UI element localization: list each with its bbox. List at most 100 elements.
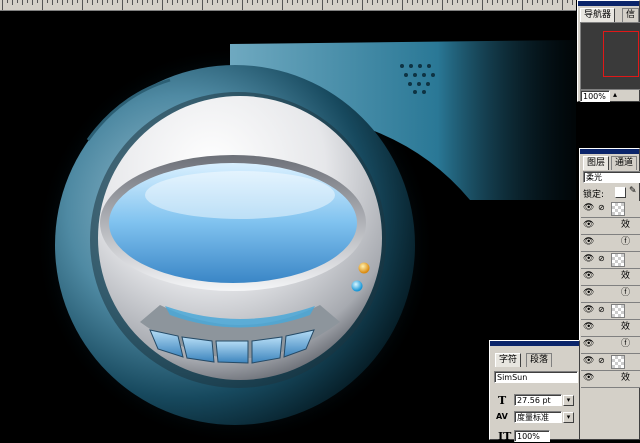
ruler-tick (52, 0, 53, 5)
link-icon[interactable]: ⊘ (598, 203, 608, 213)
visibility-eye-icon[interactable]: 👁 (583, 220, 595, 230)
ruler-tick (152, 0, 153, 5)
layer-row[interactable]: 👁 ⊘ (581, 201, 640, 218)
ruler-tick (382, 0, 383, 5)
ruler-tick (522, 0, 523, 10)
ruler-tick (392, 0, 393, 5)
ruler-tick (422, 0, 423, 5)
layer-row[interactable]: 👁 ⓕ (581, 286, 640, 303)
visibility-eye-icon[interactable]: 👁 (583, 339, 595, 349)
tab-info[interactable]: 信 (622, 8, 640, 22)
ruler-tick (367, 0, 368, 3)
ruler-tick (27, 0, 28, 3)
link-icon[interactable]: ⊘ (598, 254, 608, 264)
link-icon[interactable]: ⊘ (598, 305, 608, 315)
navigator-view-box[interactable] (603, 31, 639, 77)
font-family-field[interactable]: SimSun (494, 371, 578, 383)
kerning-dropdown[interactable]: ▾ (563, 412, 574, 423)
layer-row[interactable]: 👁 效 (581, 371, 640, 388)
layer-thumbnail[interactable] (611, 304, 625, 318)
navigator-zoom-field[interactable]: 100% (580, 90, 610, 102)
link-icon[interactable]: ⊘ (598, 356, 608, 366)
blend-mode-select[interactable]: 柔光 (583, 171, 640, 183)
layer-row[interactable]: 👁 ⓕ (581, 235, 640, 252)
effect-icon[interactable]: ⓕ (621, 286, 630, 300)
vertical-scale-field[interactable]: 100% (514, 430, 550, 442)
navigator-titlebar[interactable] (578, 1, 639, 6)
layer-row[interactable]: 👁 效 (581, 269, 640, 286)
lock-transparency-checkbox[interactable] (615, 187, 626, 198)
ruler-tick (557, 0, 558, 3)
ruler-tick (252, 0, 253, 5)
ruler-tick (62, 0, 63, 5)
navigator-panel: 导航器 信 100% ▴ (577, 0, 640, 102)
visibility-eye-icon[interactable]: 👁 (583, 305, 595, 315)
zoom-out-icon[interactable]: ▴ (613, 91, 621, 99)
layer-row[interactable]: 👁 ⊘ (581, 303, 640, 320)
effect-icon[interactable]: ⓕ (621, 337, 630, 351)
layers-list[interactable]: 👁 ⊘ 👁 效 👁 ⓕ 👁 ⊘ 👁 效 👁 ⓕ 👁 ⊘ 👁 效 👁 ⓕ 👁 ⊘ 👁 效 (580, 201, 640, 439)
tab-navigator[interactable]: 导航器 (580, 8, 616, 22)
ruler-tick (127, 0, 128, 3)
ruler-tick (547, 0, 548, 3)
effects-label[interactable]: 效 (621, 320, 630, 334)
font-size-dropdown[interactable]: ▾ (563, 395, 574, 406)
kerning-select[interactable]: 度量标准 (514, 411, 562, 423)
ruler-tick (427, 0, 428, 3)
ruler-tick (352, 0, 353, 5)
ruler-tick (167, 0, 168, 3)
visibility-eye-icon[interactable]: 👁 (583, 254, 595, 264)
layer-thumbnail[interactable] (611, 355, 625, 369)
layer-thumbnail[interactable] (611, 253, 625, 267)
tab-paragraph[interactable]: 段落 (526, 353, 553, 367)
layers-titlebar[interactable] (580, 149, 639, 154)
ruler-tick (312, 0, 313, 5)
ruler-tick (247, 0, 248, 3)
effects-label[interactable]: 效 (621, 371, 630, 385)
ruler-tick (227, 0, 228, 3)
effects-label[interactable]: 效 (621, 218, 630, 232)
ruler-tick (572, 0, 573, 5)
ruler-tick (287, 0, 288, 3)
character-titlebar[interactable] (490, 341, 579, 346)
ruler-tick (347, 0, 348, 3)
effects-label[interactable]: 效 (621, 269, 630, 283)
layer-row[interactable]: 👁 ⓕ (581, 337, 640, 354)
ruler-tick (82, 0, 83, 10)
kerning-icon: AV (496, 412, 508, 421)
visibility-eye-icon[interactable]: 👁 (583, 271, 595, 281)
ruler-tick (207, 0, 208, 3)
lock-brush-icon[interactable]: ✎ (629, 186, 637, 196)
visibility-eye-icon[interactable]: 👁 (583, 203, 595, 213)
ruler-tick (497, 0, 498, 3)
ruler-tick (387, 0, 388, 3)
layer-row[interactable]: 👁 ⊘ (581, 354, 640, 371)
vertical-scale-icon: IT (498, 430, 512, 443)
ruler-tick (7, 0, 8, 3)
font-size-field[interactable]: 27.56 pt (514, 394, 562, 406)
ruler-tick (492, 0, 493, 5)
visibility-eye-icon[interactable]: 👁 (583, 373, 595, 383)
ruler-tick (292, 0, 293, 5)
lock-label: 锁定: (583, 190, 605, 200)
tab-character[interactable]: 字符 (495, 353, 522, 367)
visibility-eye-icon[interactable]: 👁 (583, 237, 595, 247)
layer-row[interactable]: 👁 效 (581, 218, 640, 235)
layer-row[interactable]: 👁 效 (581, 320, 640, 337)
layers-panel: 图层 通道 柔光 锁定: ✎ 👁 ⊘ 👁 效 👁 ⓕ 👁 ⊘ 👁 效 👁 ⓕ 👁 ⊘ 👁 效 👁 ⓕ 👁 ⊘ 👁 效 (579, 148, 640, 440)
visibility-eye-icon[interactable]: 👁 (583, 322, 595, 332)
ruler-tick (12, 0, 13, 5)
visibility-eye-icon[interactable]: 👁 (583, 356, 595, 366)
visibility-eye-icon[interactable]: 👁 (583, 288, 595, 298)
effect-icon[interactable]: ⓕ (621, 235, 630, 249)
layer-row[interactable]: 👁 ⊘ (581, 252, 640, 269)
layer-thumbnail[interactable] (611, 202, 625, 216)
ruler-tick (307, 0, 308, 3)
ruler-tick (462, 0, 463, 5)
navigator-preview[interactable] (580, 22, 640, 90)
tab-layers[interactable]: 图层 (583, 156, 610, 170)
tab-channels[interactable]: 通道 (611, 156, 638, 170)
ruler-tick (567, 0, 568, 3)
ruler-tick (22, 0, 23, 5)
ruler-tick (72, 0, 73, 5)
